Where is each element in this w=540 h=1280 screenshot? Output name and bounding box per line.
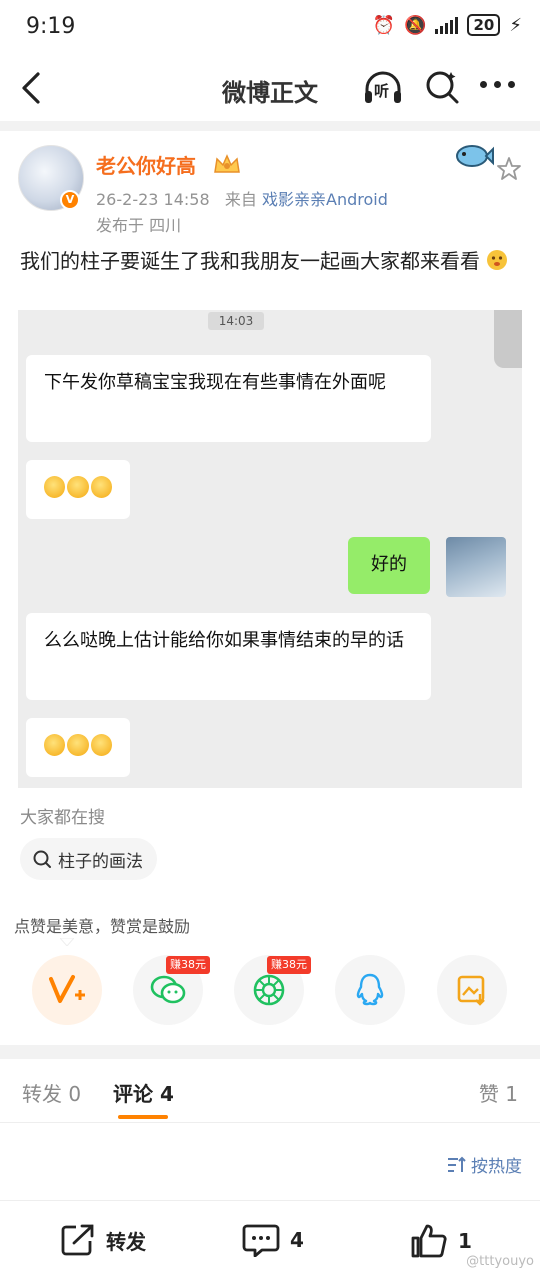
fish-icon: [456, 145, 494, 167]
thumbs-up-icon: [411, 1224, 447, 1258]
moments-icon: [253, 974, 285, 1006]
nav-bar: 微博正文 听: [0, 55, 540, 121]
like-button[interactable]: 1: [410, 1223, 472, 1259]
divider: [0, 1122, 540, 1123]
chat-bubble: 么么哒晚上估计能给你如果事情结束的早的话: [26, 613, 431, 700]
post-text: 我们的柱子要诞生了我和我朋友一起画大家都来看看: [20, 246, 524, 277]
emoji-row: [44, 476, 112, 498]
divider: [0, 1045, 540, 1059]
mute-icon: 🔕: [404, 14, 427, 36]
wechat-icon: [150, 975, 186, 1004]
source-prefix: 来自: [224, 190, 257, 209]
emoji-icon: [44, 476, 66, 498]
save-image-button[interactable]: [437, 955, 507, 1025]
verified-badge-icon: V: [60, 190, 80, 210]
hot-search-chip[interactable]: 柱子的画法: [20, 838, 157, 880]
watermark: @tttyouyo: [466, 1254, 534, 1269]
emoji-icon: [487, 250, 508, 270]
battery-icon: 20: [467, 14, 501, 36]
post-location: 发布于 四川: [96, 216, 182, 235]
bottom-action-bar: 转发 4 1: [0, 1200, 540, 1280]
username[interactable]: 老公你好高: [96, 150, 196, 179]
signal-icon: [435, 16, 459, 34]
like-count: 1: [458, 1229, 472, 1253]
chat-screenshot-image[interactable]: 14:03 下午发你草稿宝宝我现在有些事情在外面呢 好的 么么哒晚上估计能给你如…: [18, 310, 522, 788]
emoji-icon: [90, 476, 112, 498]
like-hint: 点赞是美意，赞赏是鼓励: [14, 917, 191, 936]
tab-repost[interactable]: 转发 0: [22, 1078, 81, 1107]
repost-icon: [61, 1224, 94, 1256]
hot-search-chip-label: 柱子的画法: [58, 851, 143, 872]
reward-badge: 赚38元: [267, 956, 311, 974]
search-icon[interactable]: [424, 69, 460, 105]
reward-badge: 赚38元: [166, 956, 210, 974]
post-timestamp: 26-2-23 14:58: [96, 190, 210, 209]
save-image-icon: [457, 975, 485, 1006]
chat-bubble-self: 好的: [348, 537, 430, 594]
chat-side-shadow: [494, 310, 522, 368]
emoji-icon: [90, 734, 112, 756]
post-text-content: 我们的柱子要诞生了我和我朋友一起画大家都来看看: [20, 249, 480, 273]
sort-icon: [448, 1156, 466, 1172]
emoji-row: [44, 734, 112, 756]
repost-label: 转发: [106, 1229, 146, 1254]
tab-comment[interactable]: 评论 4: [113, 1078, 174, 1107]
comment-button[interactable]: 4: [242, 1223, 304, 1257]
crown-icon: [214, 154, 240, 173]
comment-count: 4: [290, 1228, 304, 1252]
search-icon: [33, 850, 51, 868]
status-time: 9:19: [26, 14, 76, 39]
post-source[interactable]: 戏影亲亲Android: [262, 190, 388, 209]
comment-icon: [242, 1224, 280, 1257]
reward-v-plus-icon: [49, 975, 85, 1003]
chat-bubble: 下午发你草稿宝宝我现在有些事情在外面呢: [26, 355, 431, 442]
tooltip-arrow-icon: [60, 938, 74, 946]
favorite-star-icon[interactable]: [496, 156, 522, 182]
chat-bubble-emoji: [26, 718, 130, 777]
alarm-icon: ⏰: [372, 14, 396, 36]
sort-label: 按热度: [471, 1157, 522, 1177]
hot-search-label: 大家都在搜: [20, 808, 105, 828]
emoji-icon: [67, 734, 89, 756]
chat-bubble-emoji: [26, 460, 130, 519]
status-icons: ⏰ 🔕 20 ⚡: [373, 14, 522, 36]
tab-like[interactable]: 赞 1: [479, 1078, 518, 1107]
more-icon[interactable]: [480, 81, 516, 93]
qq-icon: [356, 973, 384, 1006]
listen-label: 听: [374, 82, 390, 100]
chat-avatar: [446, 537, 506, 597]
divider: [0, 121, 540, 131]
tab-underline: [118, 1115, 168, 1119]
share-qq-button[interactable]: [335, 955, 405, 1025]
listen-button[interactable]: 听: [362, 71, 404, 107]
charging-icon: ⚡: [509, 14, 522, 36]
emoji-icon: [67, 476, 89, 498]
emoji-icon: [44, 734, 66, 756]
sort-button[interactable]: 按热度: [447, 1152, 522, 1177]
chat-time: 14:03: [208, 312, 264, 330]
repost-button[interactable]: 转发: [60, 1223, 146, 1257]
post-meta: 26-2-23 14:58 来自 戏影亲亲Android: [96, 186, 388, 210]
reward-button[interactable]: [32, 955, 102, 1025]
back-icon[interactable]: [18, 71, 46, 105]
